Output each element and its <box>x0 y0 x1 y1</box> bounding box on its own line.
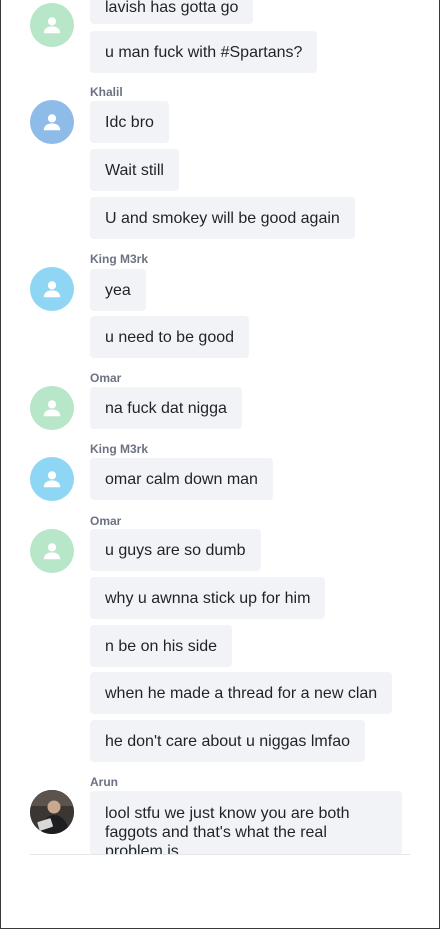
sender-name[interactable]: King M3rk <box>90 442 148 456</box>
composer-divider <box>30 854 410 855</box>
avatar[interactable] <box>30 267 74 311</box>
user-icon <box>43 543 61 560</box>
user-icon <box>43 114 61 131</box>
sender-name[interactable]: Arun <box>90 775 118 789</box>
message-bubble[interactable]: lavish has gotta go <box>90 0 254 24</box>
message-bubble[interactable]: omar calm down man <box>90 458 273 500</box>
message-bubble[interactable]: na fuck dat nigga <box>90 387 242 429</box>
avatar[interactable] <box>30 457 74 501</box>
sender-name[interactable]: Omar <box>90 514 121 528</box>
user-icon <box>43 281 61 298</box>
message-bubble[interactable]: why u awnna stick up for him <box>90 577 326 619</box>
message-bubble[interactable]: n be on his side <box>90 625 233 667</box>
sender-name[interactable]: King M3rk <box>90 252 148 266</box>
user-icon <box>43 471 61 488</box>
avatar-photo[interactable] <box>30 790 74 834</box>
profile-photo-icon <box>30 790 74 834</box>
message-bubble[interactable]: Wait still <box>90 149 179 191</box>
message-bubble[interactable]: when he made a thread for a new clan <box>90 672 393 714</box>
user-icon <box>43 17 61 34</box>
avatar[interactable] <box>30 386 74 430</box>
message-bubble[interactable]: Idc bro <box>90 101 169 143</box>
message-bubble[interactable]: u guys are so dumb <box>90 529 261 571</box>
user-icon <box>43 400 61 417</box>
avatar[interactable] <box>30 100 74 144</box>
message-bubble[interactable]: u need to be good <box>90 316 250 358</box>
message-bubble[interactable]: U and smokey will be good again <box>90 197 355 239</box>
message-bubble[interactable]: u man fuck with #Spartans? <box>90 31 318 73</box>
avatar[interactable] <box>30 3 74 47</box>
avatar[interactable] <box>30 529 74 573</box>
message-bubble[interactable]: he don't care about u niggas lmfao <box>90 720 365 762</box>
message-bubble[interactable]: lool stfu we just know you are both fagg… <box>90 791 402 855</box>
sender-name[interactable]: Khalil <box>90 85 123 99</box>
sender-name[interactable]: Omar <box>90 371 121 385</box>
message-bubble[interactable]: yea <box>90 269 146 311</box>
